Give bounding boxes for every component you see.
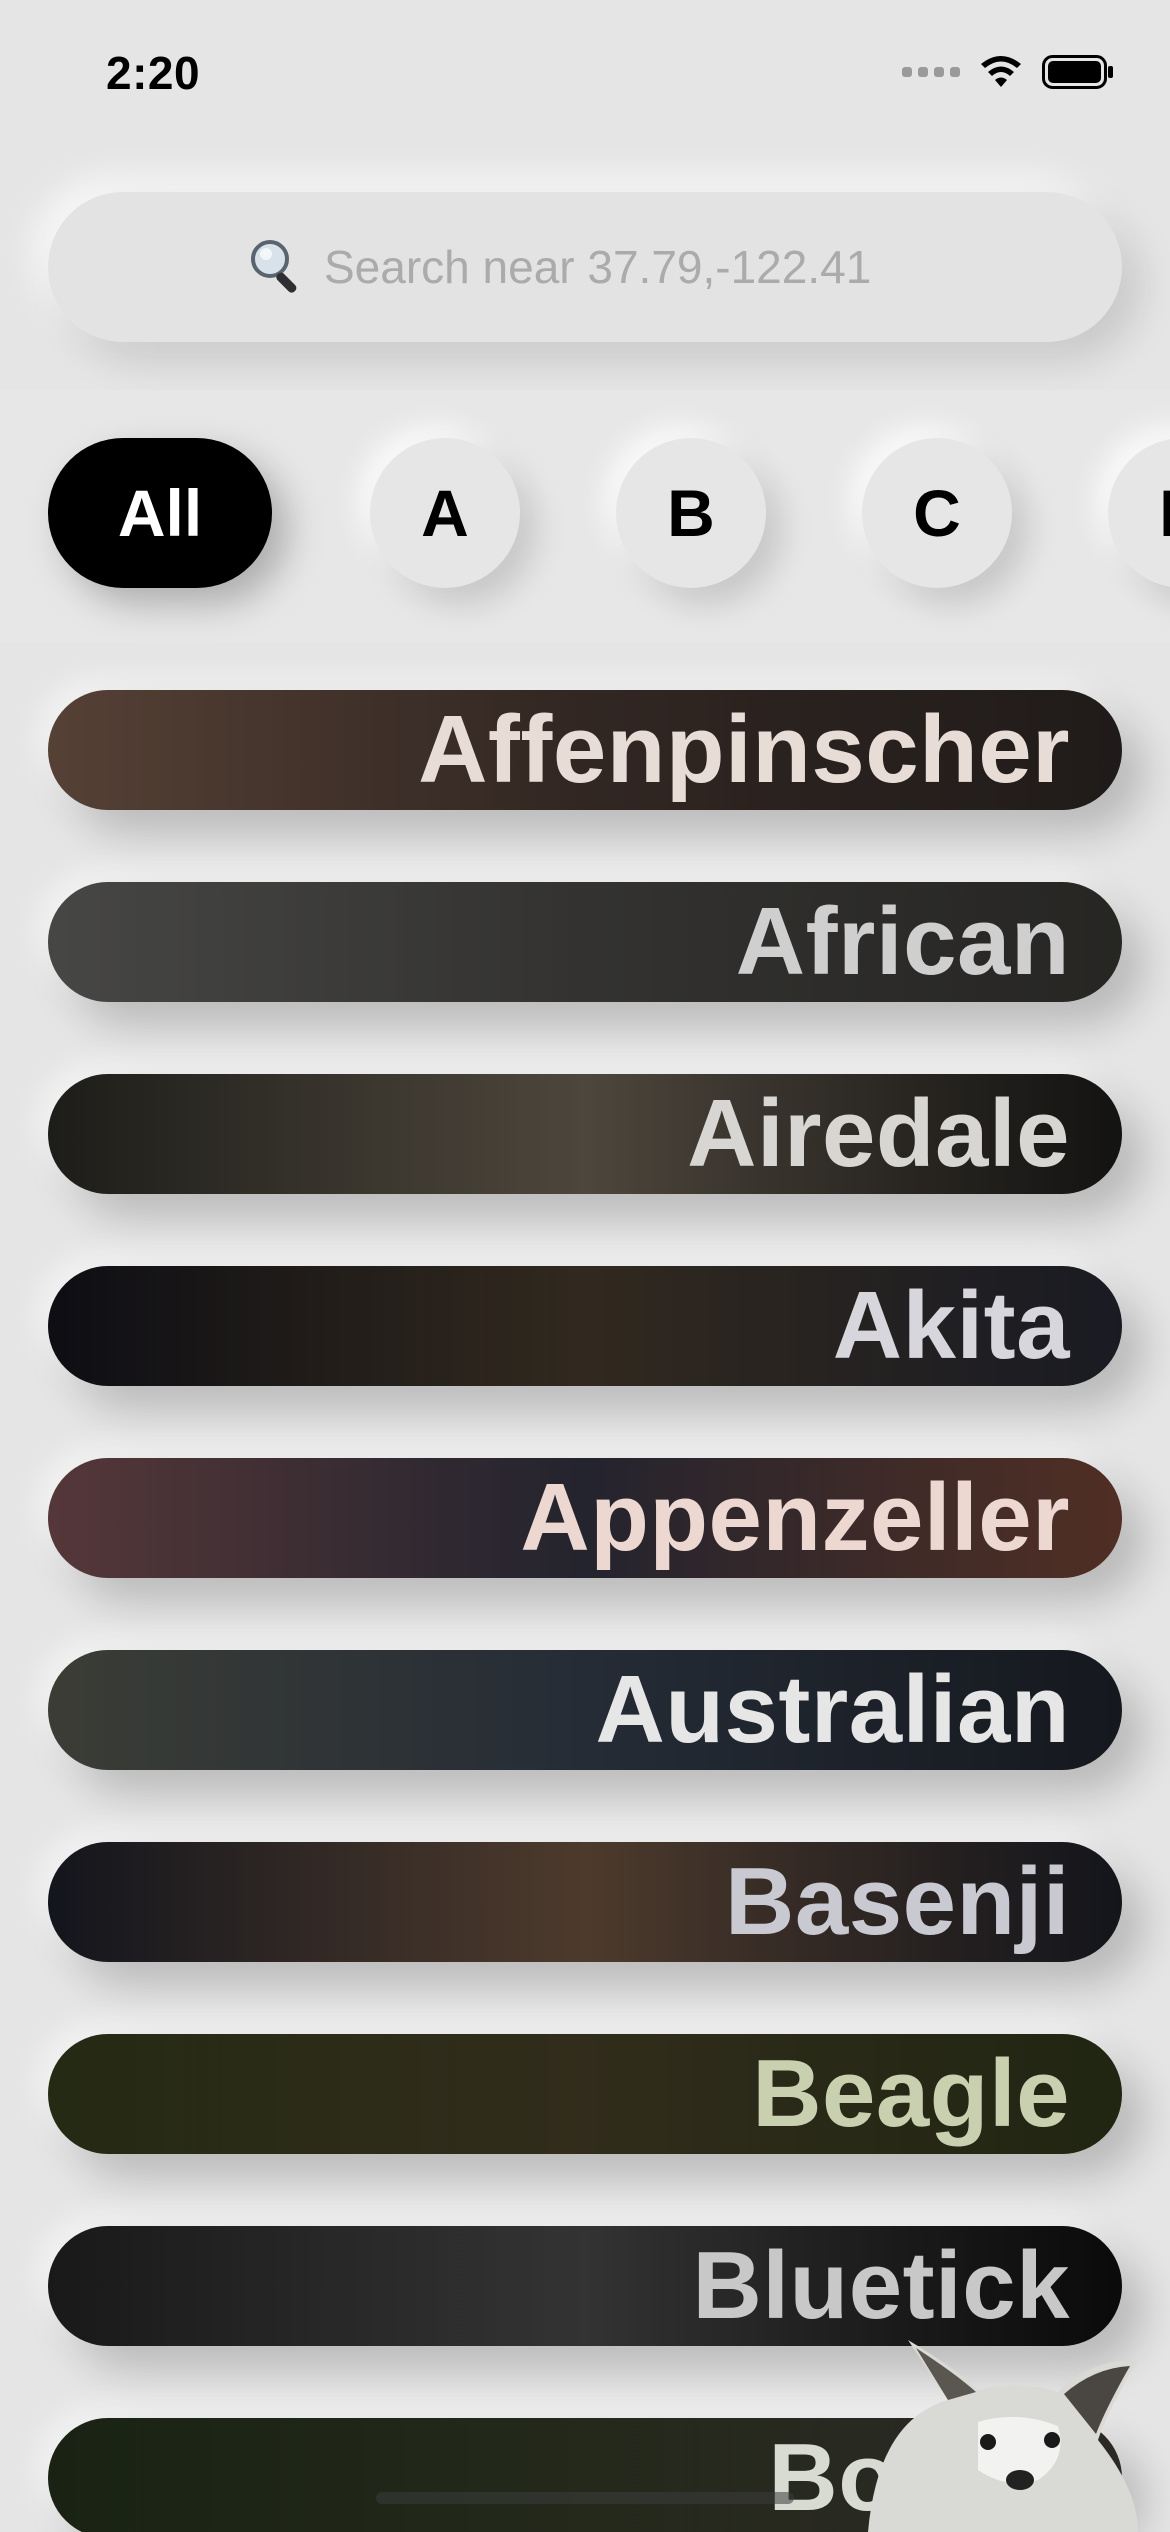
home-indicator[interactable] [376, 2492, 794, 2504]
breed-row-airedale[interactable]: Airedale [48, 1074, 1122, 1194]
breed-row-african[interactable]: African [48, 882, 1122, 1002]
breed-row-appenzeller[interactable]: Appenzeller [48, 1458, 1122, 1578]
breed-name: Beagle [752, 2040, 1070, 2147]
breed-name: Australian [595, 1656, 1070, 1763]
chip-a[interactable]: A [370, 438, 520, 588]
breed-row-affenpinscher[interactable]: Affenpinscher [48, 690, 1122, 810]
breed-name: African [735, 888, 1070, 995]
app-screen: 2:20 All A B [0, 0, 1170, 2532]
chip-b[interactable]: B [616, 438, 766, 588]
battery-icon [1042, 55, 1113, 89]
search-input[interactable] [324, 240, 924, 294]
breed-name: Appenzeller [520, 1464, 1070, 1571]
status-time: 2:20 [106, 47, 201, 99]
breed-row-beagle[interactable]: Beagle [48, 2034, 1122, 2154]
breed-name: Airedale [687, 1080, 1070, 1187]
wifi-icon [981, 56, 1021, 87]
status-icons [902, 54, 1114, 90]
breed-list: Affenpinscher African Airedale Akita App… [0, 0, 1170, 2532]
breed-row-australian[interactable]: Australian [48, 1650, 1122, 1770]
breed-name: Akita [832, 1272, 1070, 1379]
chip-all[interactable]: All [48, 438, 272, 588]
dog-peek-image [868, 2340, 1138, 2532]
breed-row-bluetick[interactable]: Bluetick [48, 2226, 1122, 2346]
signal-dots-icon [902, 67, 960, 77]
breed-row-akita[interactable]: Akita [48, 1266, 1122, 1386]
breed-name: Bluetick [692, 2232, 1070, 2339]
search-bar[interactable] [48, 192, 1122, 342]
status-bar: 2:20 [0, 0, 1170, 150]
chip-c[interactable]: C [862, 438, 1012, 588]
chip-d[interactable]: D [1108, 438, 1170, 588]
breed-row-basenji[interactable]: Basenji [48, 1842, 1122, 1962]
breed-name: Affenpinscher [418, 696, 1070, 803]
breed-name: Basenji [725, 1848, 1070, 1955]
filter-chip-bar: All A B C D [0, 390, 1170, 642]
magnifying-glass-icon [251, 240, 297, 293]
